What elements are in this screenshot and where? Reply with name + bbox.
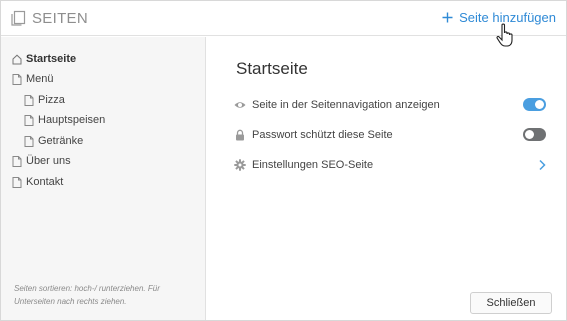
pages-dialog: SEITEN Seite hinzufügen Startseite Menü: [0, 0, 567, 321]
page-settings-panel: Startseite Seite in der Seitennavigation…: [207, 37, 566, 320]
header-title-group: SEITEN: [10, 9, 88, 27]
setting-label: Einstellungen SEO-Seite: [252, 159, 374, 171]
lock-icon: [236, 129, 244, 141]
page-tree-sidebar: Startseite Menü Pizza Hauptspeisen Geträ…: [1, 37, 206, 320]
toggle-knob: [525, 130, 534, 139]
page-title: Startseite: [236, 59, 308, 78]
sidebar-item-label: Menü: [26, 73, 54, 85]
password-protect-toggle[interactable]: [523, 128, 546, 141]
toggle-knob: [535, 100, 544, 109]
dialog-title: SEITEN: [32, 9, 88, 27]
sidebar-item-label: Kontakt: [26, 176, 64, 188]
gear-icon: [234, 159, 246, 171]
page-icon: [24, 135, 34, 147]
setting-label: Passwort schützt diese Seite: [252, 129, 393, 141]
close-button[interactable]: Schließen: [470, 292, 552, 314]
dialog-header: SEITEN Seite hinzufügen: [1, 1, 566, 36]
sidebar-item-hauptspeisen[interactable]: Hauptspeisen: [24, 112, 105, 128]
eye-icon: [234, 102, 246, 108]
sidebar-item-label: Über uns: [26, 155, 71, 167]
setting-password-protect[interactable]: Passwort schützt diese Seite: [234, 126, 546, 144]
sidebar-item-ueber-uns[interactable]: Über uns: [12, 153, 71, 169]
sidebar-item-getraenke[interactable]: Getränke: [24, 133, 83, 149]
sort-hint: Seiten sortieren: hoch-/ runterziehen. F…: [14, 284, 160, 306]
sidebar-item-label: Startseite: [26, 53, 77, 65]
hand-cursor-icon: [496, 23, 513, 47]
show-in-navigation-toggle[interactable]: [523, 98, 546, 111]
home-icon: [12, 54, 22, 64]
sidebar-item-kontakt[interactable]: Kontakt: [12, 174, 63, 190]
sidebar-item-label: Pizza: [38, 94, 65, 106]
page-icon: [24, 114, 34, 126]
plus-icon: [442, 12, 453, 23]
sidebar-item-pizza[interactable]: Pizza: [24, 92, 65, 108]
setting-seo[interactable]: Einstellungen SEO-Seite: [234, 156, 546, 174]
page-icon: [24, 94, 34, 106]
sidebar-item-label: Getränke: [38, 135, 84, 147]
sidebar-item-label: Hauptspeisen: [38, 114, 106, 126]
sidebar-item-startseite[interactable]: Startseite: [12, 51, 76, 67]
sidebar-item-menu[interactable]: Menü: [12, 71, 54, 87]
page-icon: [12, 155, 22, 167]
setting-show-in-navigation[interactable]: Seite in der Seitennavigation anzeigen: [234, 96, 546, 114]
setting-label: Seite in der Seitennavigation anzeigen: [252, 99, 440, 111]
page-icon: [12, 73, 22, 85]
pages-icon: [11, 10, 26, 26]
page-icon: [12, 176, 22, 188]
chevron-right-icon[interactable]: [538, 159, 546, 171]
